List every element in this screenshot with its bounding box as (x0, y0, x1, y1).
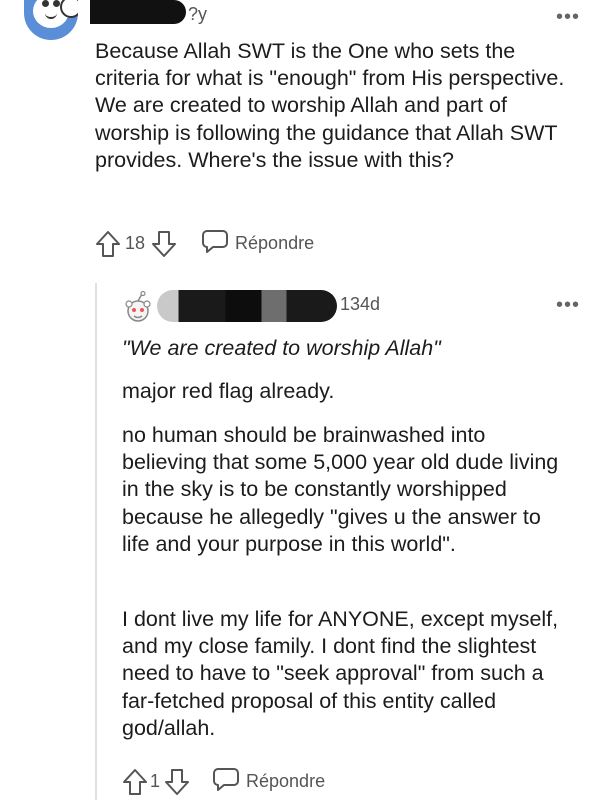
redacted-username (90, 0, 186, 24)
comment-actions: 18 Répondre (95, 228, 314, 259)
reply-quote: "We are created to worship Allah" (122, 336, 441, 360)
comment-age: ?y (188, 4, 208, 24)
vote-count: 18 (125, 233, 146, 253)
reply-actions: 1 Répondre (122, 766, 325, 797)
reply-paragraph: no human should be brainwashed into beli… (122, 423, 559, 556)
reply-button[interactable]: Répondre (212, 766, 325, 797)
upvote-arrow-icon[interactable] (95, 230, 121, 258)
reply-bubble-icon (212, 766, 240, 797)
reply-label: Répondre (235, 233, 315, 253)
vote-count: 1 (150, 771, 161, 791)
downvote-arrow-icon[interactable] (164, 768, 190, 796)
reply-bubble-icon (201, 228, 229, 259)
user-avatar[interactable] (24, 0, 78, 40)
reply-age: 134d (340, 294, 381, 314)
thread-line[interactable] (95, 283, 97, 800)
comment-body: Because Allah SWT is the One who sets th… (95, 39, 565, 172)
reply-button[interactable]: Répondre (201, 228, 314, 259)
reply-paragraph: major red flag already. (122, 379, 335, 403)
more-options-icon[interactable]: ••• (556, 7, 580, 27)
more-options-icon[interactable]: ••• (556, 295, 580, 315)
reply-label: Répondre (246, 771, 326, 791)
reply-paragraph: I dont live my life for ANYONE, except m… (122, 607, 559, 740)
downvote-arrow-icon[interactable] (151, 230, 177, 258)
upvote-arrow-icon[interactable] (122, 768, 148, 796)
redacted-username (157, 290, 337, 322)
default-avatar-icon[interactable] (122, 290, 154, 324)
